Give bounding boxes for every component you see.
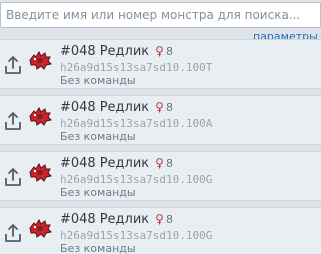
share-icon[interactable]: [4, 166, 22, 188]
female-gender-icon: ♀: [155, 156, 164, 170]
monster-list-item[interactable]: #048 Редлик ♀ 8 h26a9d15s13sa7sd10.100G Без…: [0, 207, 321, 254]
monster-list: #048 Редлик ♀ 8 h26a9d15s13sa7sd10.100T Без…: [0, 39, 321, 254]
monster-title: Редлик: [99, 44, 150, 59]
share-icon[interactable]: [4, 110, 22, 132]
monster-team: Без команды: [60, 186, 136, 199]
monster-number: #048: [60, 44, 96, 59]
monster-team: Без команды: [60, 74, 136, 87]
monster-name: #048 Редлик ♀ 8: [60, 44, 173, 59]
monster-list-item[interactable]: #048 Редлик ♀ 8 h26a9d15s13sa7sd10.100G Без…: [0, 151, 321, 201]
share-icon[interactable]: [4, 54, 22, 76]
monster-list-item[interactable]: #048 Редлик ♀ 8 h26a9d15s13sa7sd10.100A Без…: [0, 95, 321, 145]
monster-title: Редлик: [99, 100, 150, 115]
monster-name: #048 Редлик ♀ 8: [60, 212, 173, 227]
monster-sprite-icon: [29, 162, 53, 182]
female-gender-icon: ♀: [155, 212, 164, 226]
monster-code: h26a9d15s13sa7sd10.100A: [60, 117, 213, 130]
monster-title: Редлик: [99, 212, 150, 227]
monster-team: Без команды: [60, 130, 136, 143]
monster-name: #048 Редлик ♀ 8: [60, 100, 173, 115]
monster-team: Без команды: [60, 242, 136, 254]
ability-icon: 8: [165, 101, 173, 114]
monster-code: h26a9d15s13sa7sd10.100G: [60, 173, 213, 186]
monster-number: #048: [60, 156, 96, 171]
monster-number: #048: [60, 100, 96, 115]
monster-list-item[interactable]: #048 Редлик ♀ 8 h26a9d15s13sa7sd10.100T Без…: [0, 39, 321, 89]
monster-sprite-icon: [29, 218, 53, 238]
monster-search-input[interactable]: [0, 2, 321, 28]
ability-icon: 8: [165, 45, 173, 58]
monster-title: Редлик: [99, 156, 150, 171]
female-gender-icon: ♀: [155, 44, 164, 58]
share-icon[interactable]: [4, 222, 22, 244]
ability-icon: 8: [165, 213, 173, 226]
monster-sprite-icon: [29, 106, 53, 126]
monster-sprite-icon: [29, 50, 53, 70]
monster-code: h26a9d15s13sa7sd10.100T: [60, 61, 213, 74]
monster-list-panel: параметры в #048Редлик♀8 h26a9d15s13sa7s…: [0, 0, 321, 254]
female-gender-icon: ♀: [155, 100, 164, 114]
ability-icon: 8: [165, 157, 173, 170]
monster-number: #048: [60, 212, 96, 227]
monster-name: #048 Редлик ♀ 8: [60, 156, 173, 171]
monster-code: h26a9d15s13sa7sd10.100G: [60, 229, 213, 242]
